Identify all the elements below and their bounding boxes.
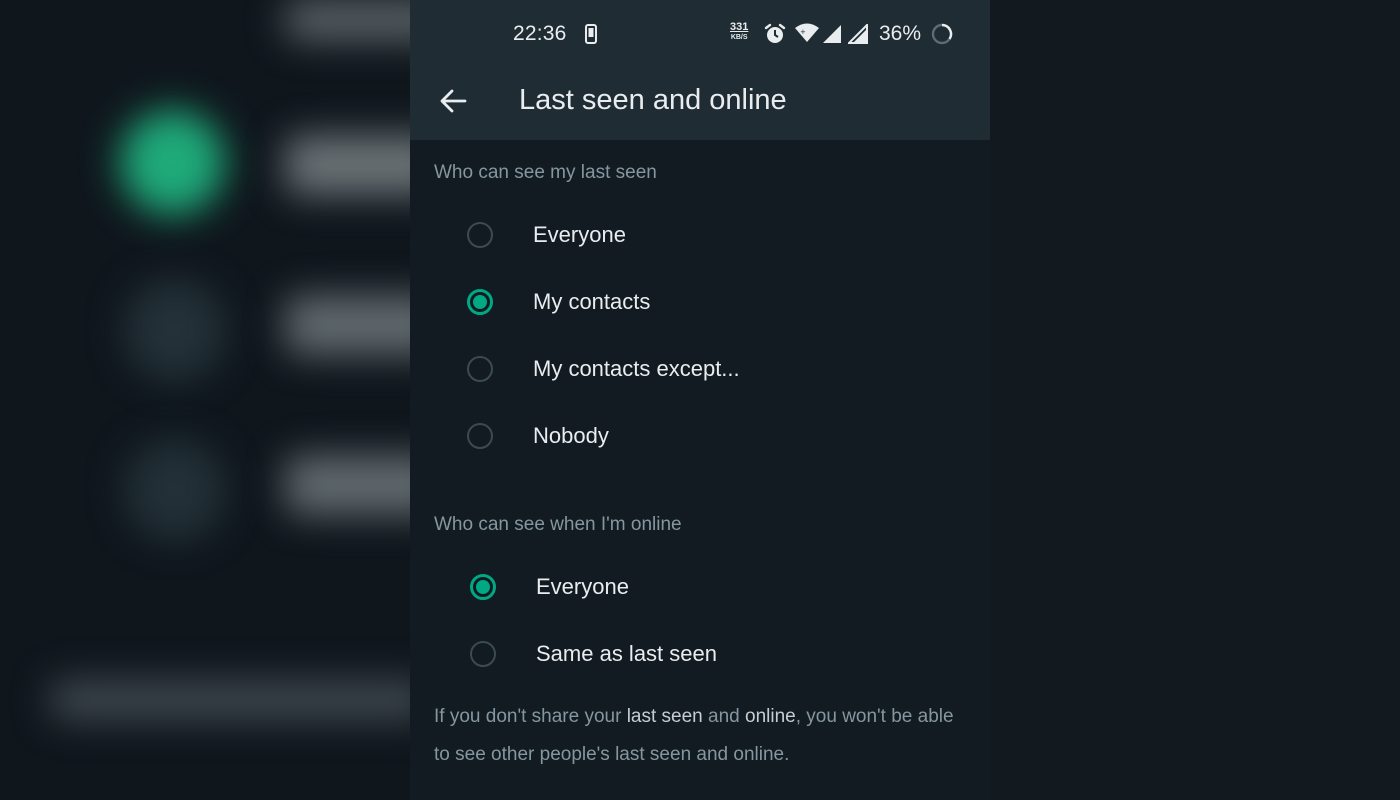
battery-percent: 36% xyxy=(879,22,922,45)
last-seen-option-my-contacts-except[interactable]: My contacts except... xyxy=(450,341,970,397)
radio-button-selected[interactable] xyxy=(467,289,493,315)
battery-icon xyxy=(930,22,954,52)
phone-screen: 22:36 331 KB/S + 36% Last seen and onlin… xyxy=(410,0,990,800)
back-button[interactable] xyxy=(432,80,474,122)
net-speed-unit: KB/S xyxy=(730,34,748,41)
option-label: My contacts except... xyxy=(533,356,740,381)
app-bar: 22:36 331 KB/S + 36% Last seen and onlin… xyxy=(410,0,990,140)
status-time: 22:36 xyxy=(513,22,567,45)
online-option-same-as-last-seen[interactable]: Same as last seen xyxy=(453,626,973,682)
blurred-right-pane xyxy=(990,0,1400,800)
footnote-bold-online: online xyxy=(745,706,796,727)
net-speed-value: 331 xyxy=(730,21,749,33)
radio-button-selected[interactable] xyxy=(470,574,496,600)
net-speed: 331 KB/S xyxy=(730,22,748,42)
radio-button[interactable] xyxy=(467,222,493,248)
page-title: Last seen and online xyxy=(519,84,787,116)
signal-icon xyxy=(846,22,868,50)
option-label: Everyone xyxy=(533,222,626,247)
blurred-chat-list xyxy=(0,0,410,800)
radio-button[interactable] xyxy=(467,356,493,382)
online-option-everyone[interactable]: Everyone xyxy=(453,559,973,615)
last-seen-option-everyone[interactable]: Everyone xyxy=(450,207,970,263)
wifi-icon: + xyxy=(794,23,820,49)
signal-icon xyxy=(822,24,842,50)
option-label: Nobody xyxy=(533,423,609,448)
last-seen-option-my-contacts[interactable]: My contacts xyxy=(450,274,970,330)
option-label: Everyone xyxy=(536,574,629,599)
footnote-bold-last-seen: last seen xyxy=(626,706,703,727)
svg-text:+: + xyxy=(800,28,806,36)
phone-icon xyxy=(585,24,597,50)
radio-button[interactable] xyxy=(470,641,496,667)
privacy-footnote: If you don't share your last seen and on… xyxy=(434,698,974,774)
option-label: My contacts xyxy=(533,289,651,314)
option-label: Same as last seen xyxy=(536,641,717,666)
footnote-text: and xyxy=(702,706,745,727)
status-bar: 22:36 331 KB/S + 36% xyxy=(410,14,990,54)
last-seen-option-nobody[interactable]: Nobody xyxy=(450,408,970,464)
online-heading: Who can see when I'm online xyxy=(434,514,682,535)
last-seen-heading: Who can see my last seen xyxy=(434,162,657,183)
footnote-text: If you don't share your xyxy=(434,706,627,727)
radio-button[interactable] xyxy=(467,423,493,449)
alarm-icon xyxy=(763,22,787,52)
arrow-left-icon xyxy=(440,89,467,113)
